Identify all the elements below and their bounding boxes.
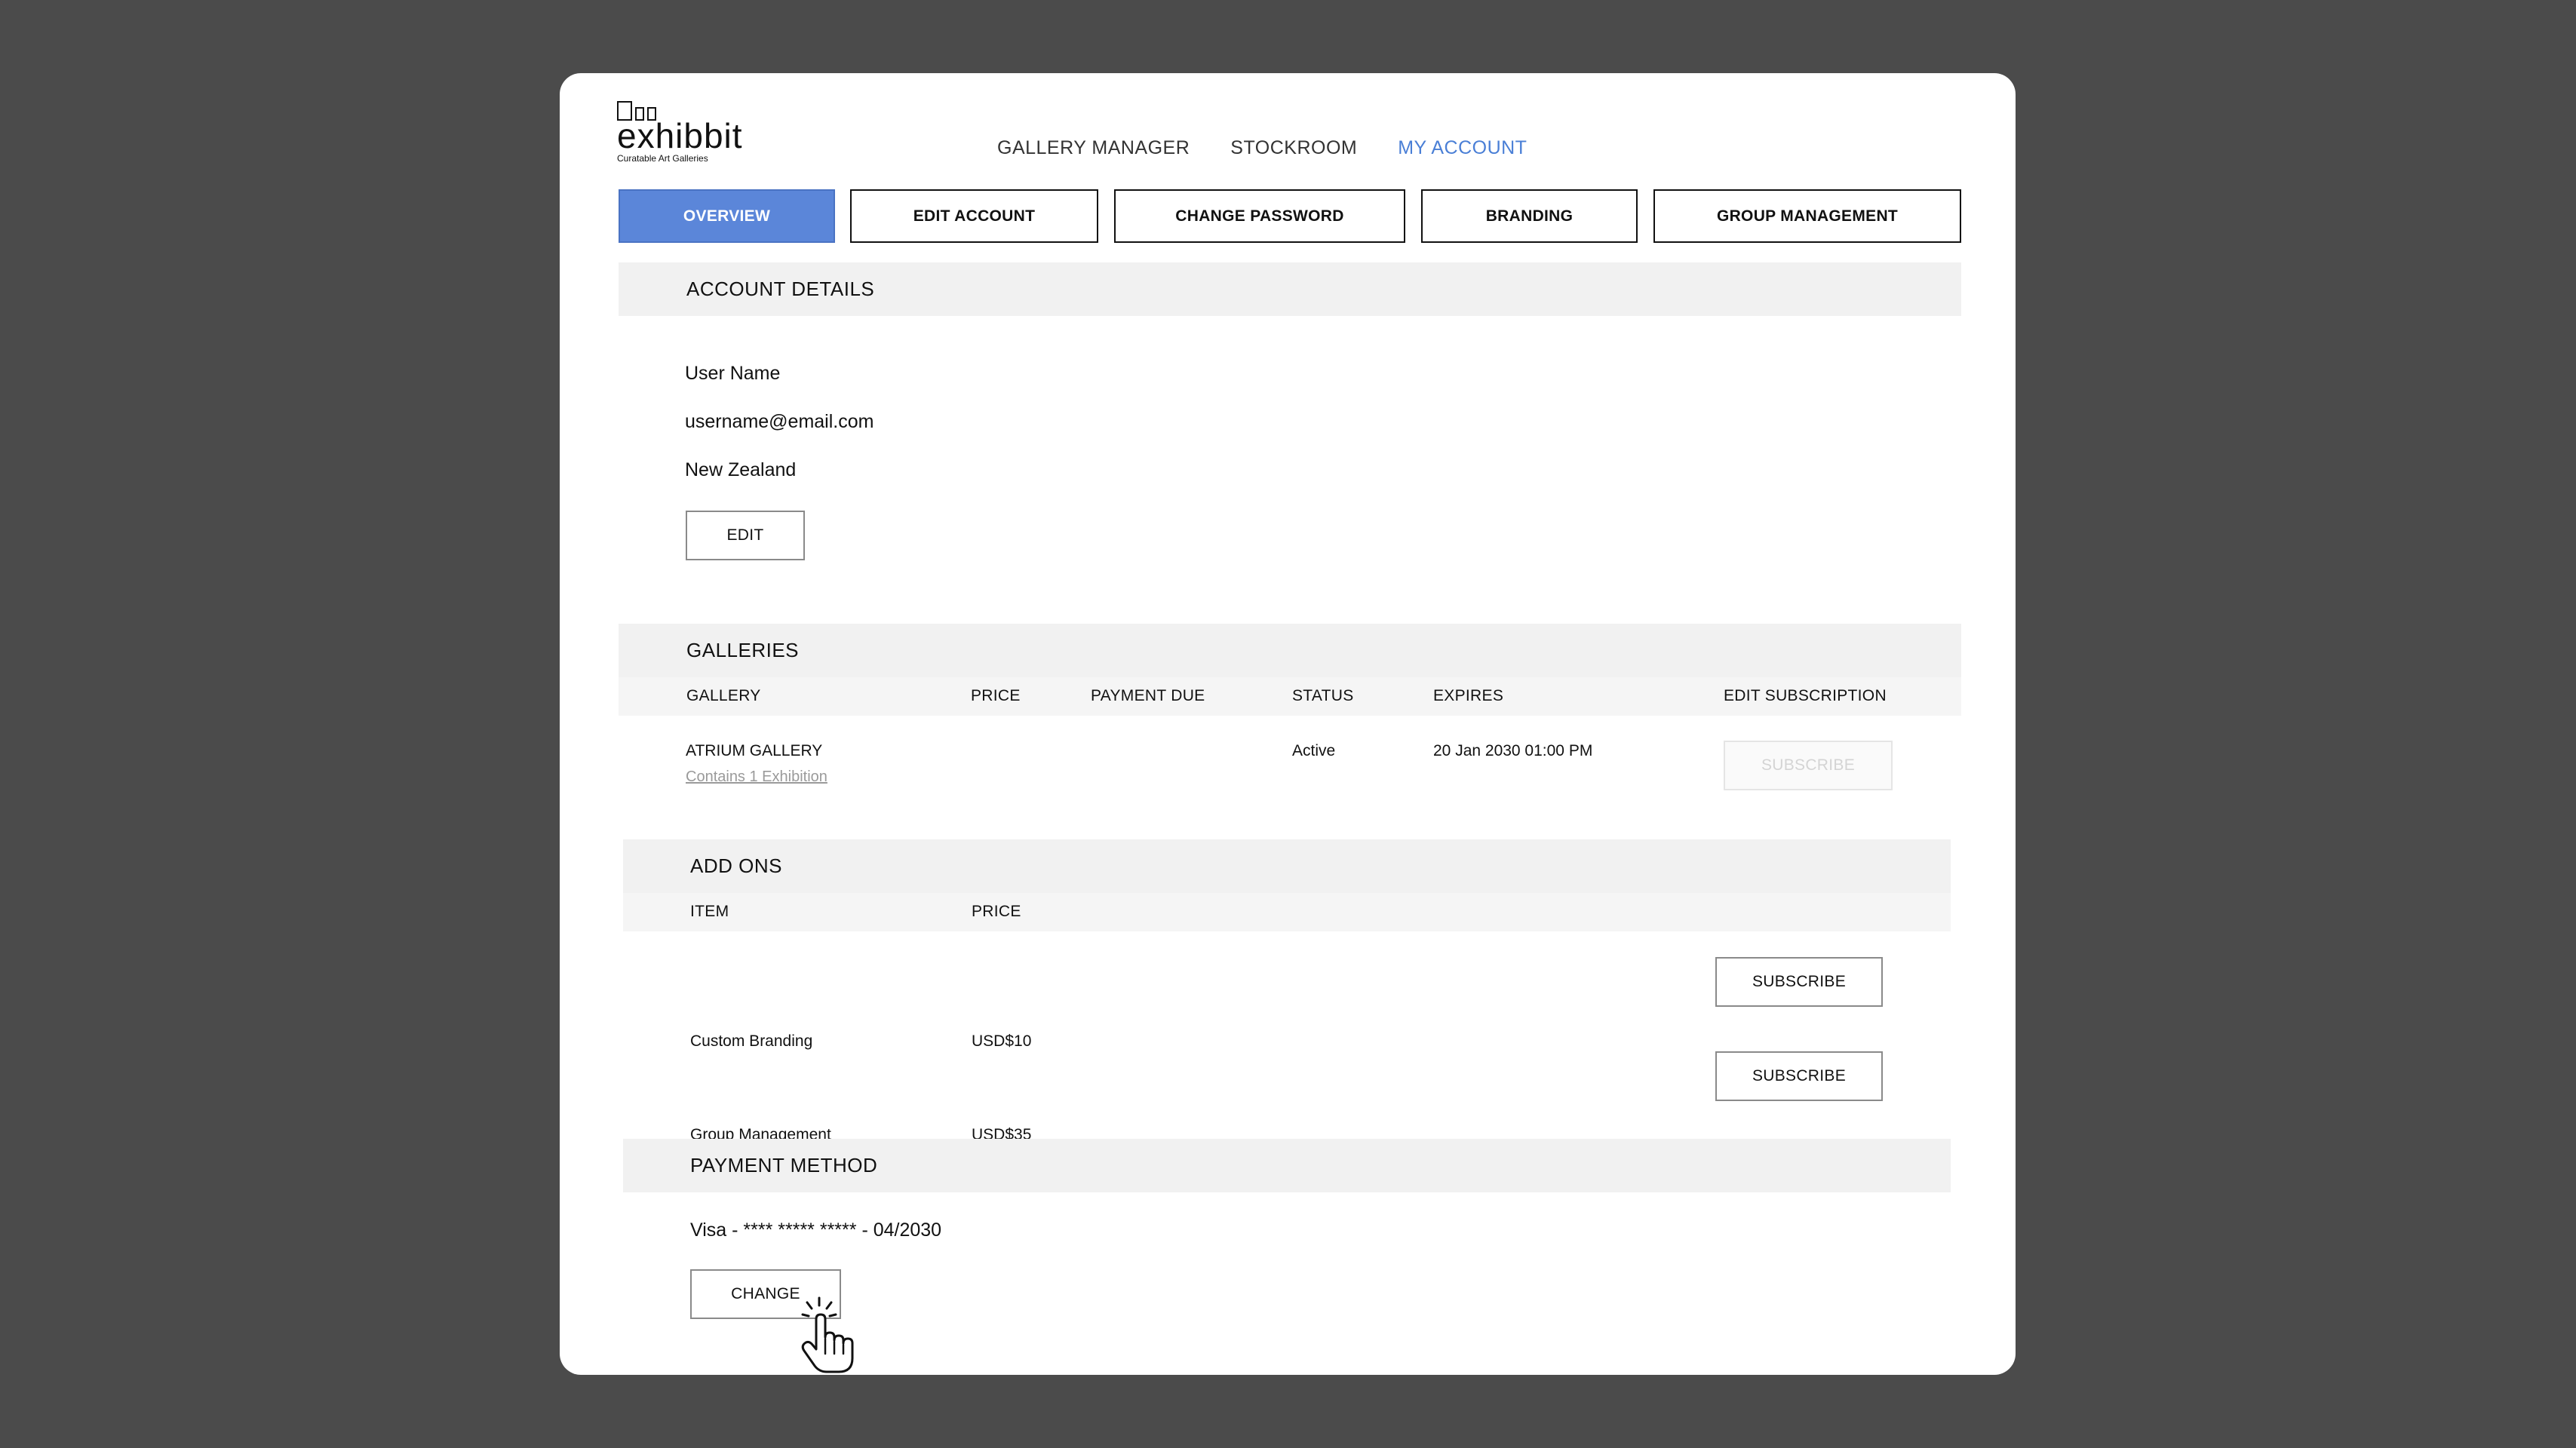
addon-item-custom-branding: Custom Branding bbox=[690, 1032, 813, 1050]
exhibbit-logo[interactable]: exhibbit Curatable Art Galleries bbox=[617, 101, 743, 163]
galleries-header: GALLERIES bbox=[619, 624, 1961, 677]
payment-method-title: PAYMENT METHOD bbox=[690, 1154, 878, 1176]
account-details-title: ACCOUNT DETAILS bbox=[686, 278, 875, 300]
account-details-header: ACCOUNT DETAILS bbox=[619, 262, 1961, 316]
gallery-status: Active bbox=[1292, 742, 1336, 759]
account-page-card: exhibbit Curatable Art Galleries GALLERY… bbox=[560, 73, 2016, 1375]
subscribe-custom-branding-button[interactable]: SUBSCRIBE bbox=[1715, 957, 1883, 1007]
tab-change-password[interactable]: CHANGE PASSWORD bbox=[1114, 189, 1405, 243]
col-gallery: GALLERY bbox=[686, 687, 761, 704]
tab-edit-account[interactable]: EDIT ACCOUNT bbox=[850, 189, 1098, 243]
tab-overview[interactable]: OVERVIEW bbox=[619, 189, 835, 243]
addons-title: ADD ONS bbox=[690, 854, 782, 877]
gallery-subscribe-button[interactable]: SUBSCRIBE bbox=[1724, 741, 1893, 790]
col-price: PRICE bbox=[971, 687, 1021, 704]
payment-method-header: PAYMENT METHOD bbox=[623, 1139, 1951, 1192]
col-item: ITEM bbox=[690, 903, 729, 920]
logo-wordmark: exhibbit bbox=[617, 116, 743, 155]
edit-account-button[interactable]: EDIT bbox=[686, 511, 805, 560]
user-country: New Zealand bbox=[685, 459, 797, 480]
col-edit-subscription: EDIT SUBSCRIPTION bbox=[1724, 687, 1887, 704]
addons-header: ADD ONS bbox=[623, 839, 1951, 893]
gallery-exhibitions-link[interactable]: Contains 1 Exhibition bbox=[686, 768, 827, 786]
payment-card-details: Visa - **** ***** ***** - 04/2030 bbox=[690, 1219, 942, 1241]
hand-pointer-cursor-icon bbox=[801, 1296, 854, 1373]
addons-column-header-row: ITEM PRICE bbox=[623, 893, 1951, 931]
col-status: STATUS bbox=[1292, 687, 1354, 704]
nav-my-account[interactable]: MY ACCOUNT bbox=[1398, 137, 1527, 159]
nav-gallery-manager[interactable]: GALLERY MANAGER bbox=[997, 137, 1190, 159]
tab-branding[interactable]: BRANDING bbox=[1421, 189, 1638, 243]
user-name: User Name bbox=[685, 363, 781, 384]
nav-stockroom[interactable]: STOCKROOM bbox=[1230, 137, 1357, 159]
addon-price-custom-branding: USD$10 bbox=[972, 1032, 1032, 1050]
col-addon-price: PRICE bbox=[972, 903, 1021, 920]
col-payment-due: PAYMENT DUE bbox=[1091, 687, 1205, 704]
top-navigation: GALLERY MANAGER STOCKROOM MY ACCOUNT bbox=[997, 137, 1527, 159]
col-expires: EXPIRES bbox=[1433, 687, 1504, 704]
gallery-expires: 20 Jan 2030 01:00 PM bbox=[1433, 742, 1593, 759]
galleries-column-header-row: GALLERY PRICE PAYMENT DUE STATUS EXPIRES… bbox=[619, 677, 1961, 716]
user-email: username@email.com bbox=[685, 411, 874, 432]
gallery-name: ATRIUM GALLERY bbox=[686, 742, 823, 759]
galleries-title: GALLERIES bbox=[686, 639, 800, 661]
tab-group-management[interactable]: GROUP MANAGEMENT bbox=[1653, 189, 1961, 243]
subscribe-group-management-button[interactable]: SUBSCRIBE bbox=[1715, 1051, 1883, 1101]
